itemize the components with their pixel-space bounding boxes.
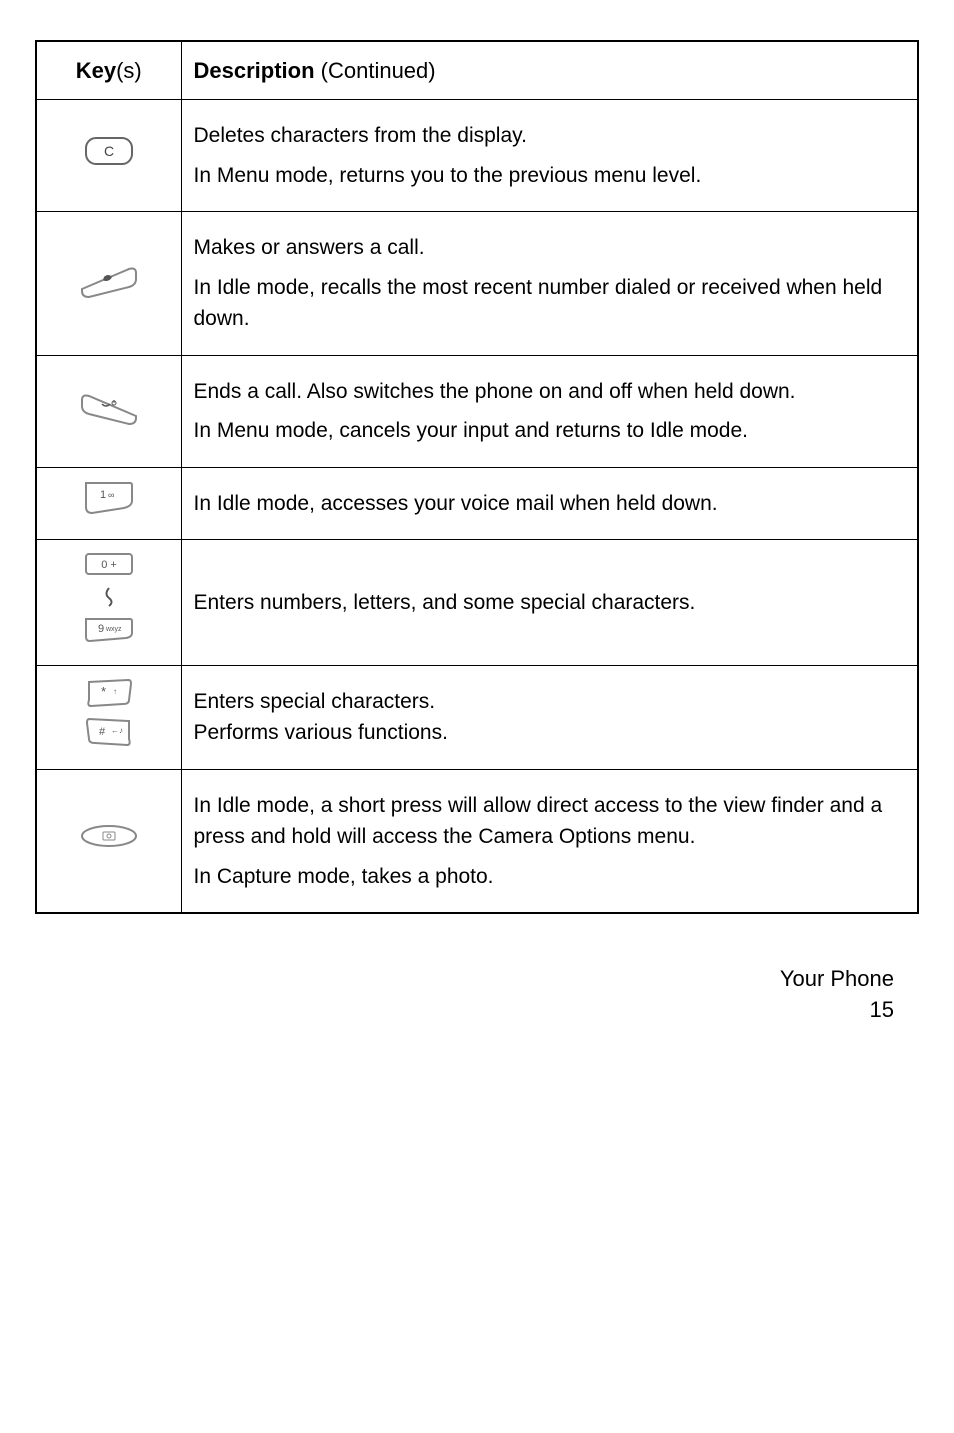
zero-key-icon: 0 + bbox=[84, 552, 134, 576]
header-key-cell: Key(s) bbox=[36, 41, 181, 100]
svg-text:#: # bbox=[99, 726, 106, 738]
footer-page-number: 15 bbox=[35, 995, 894, 1026]
svg-text:1: 1 bbox=[100, 489, 106, 501]
svg-text:∞: ∞ bbox=[108, 490, 114, 500]
table-row: 1 ∞ In Idle mode, accesses your voice ma… bbox=[36, 467, 918, 540]
table-row: C Deletes characters from the display. I… bbox=[36, 100, 918, 212]
table-header-row: Key(s) Description (Continued) bbox=[36, 41, 918, 100]
hash-key-icon: # ←♪ bbox=[85, 717, 133, 747]
desc-text: In Idle mode, a short press will allow d… bbox=[194, 790, 906, 853]
key-cell-special: * ↑ # ←♪ bbox=[36, 665, 181, 769]
desc-text: In Capture mode, takes a photo. bbox=[194, 861, 906, 893]
call-key-icon bbox=[74, 259, 144, 299]
wavy-line-icon bbox=[99, 586, 119, 608]
c-key-icon: C bbox=[84, 136, 134, 166]
desc-text: Enters special characters. bbox=[194, 686, 906, 718]
svg-text:←♪: ←♪ bbox=[111, 726, 123, 735]
key-cell-numbers: 0 + 9 wxyz bbox=[36, 540, 181, 666]
key-cell-camera bbox=[36, 769, 181, 913]
nine-key-icon: 9 wxyz bbox=[84, 617, 134, 643]
desc-text: Performs various functions. bbox=[194, 717, 906, 749]
desc-text: In Menu mode, cancels your input and ret… bbox=[194, 415, 906, 447]
header-desc-suffix: (Continued) bbox=[315, 58, 436, 83]
camera-key-icon bbox=[79, 823, 139, 849]
svg-text:9: 9 bbox=[98, 623, 104, 635]
footer: Your Phone 15 bbox=[35, 964, 919, 1026]
table-row: 0 + 9 wxyz Enters numbers, letters, and … bbox=[36, 540, 918, 666]
star-key-icon: * ↑ bbox=[85, 678, 133, 708]
desc-text: In Menu mode, returns you to the previou… bbox=[194, 160, 906, 192]
desc-cell: Enters special characters. Performs vari… bbox=[181, 665, 918, 769]
one-key-icon: 1 ∞ bbox=[84, 481, 134, 516]
desc-text: Makes or answers a call. bbox=[194, 232, 906, 264]
desc-cell: Deletes characters from the display. In … bbox=[181, 100, 918, 212]
svg-text:*: * bbox=[101, 684, 106, 699]
desc-text: In Idle mode, accesses your voice mail w… bbox=[194, 488, 906, 520]
table-row: * ↑ # ←♪ Enters special characters. Perf… bbox=[36, 665, 918, 769]
key-cell-c: C bbox=[36, 100, 181, 212]
svg-text:C: C bbox=[104, 143, 114, 159]
key-cell-call bbox=[36, 212, 181, 356]
desc-text: Ends a call. Also switches the phone on … bbox=[194, 376, 906, 408]
key-cell-end bbox=[36, 355, 181, 467]
key-cell-one: 1 ∞ bbox=[36, 467, 181, 540]
desc-cell: Ends a call. Also switches the phone on … bbox=[181, 355, 918, 467]
desc-cell: Enters numbers, letters, and some specia… bbox=[181, 540, 918, 666]
table-row: Makes or answers a call. In Idle mode, r… bbox=[36, 212, 918, 356]
table-row: In Idle mode, a short press will allow d… bbox=[36, 769, 918, 913]
table-row: Ends a call. Also switches the phone on … bbox=[36, 355, 918, 467]
header-key-suffix: (s) bbox=[116, 58, 142, 83]
desc-text: Enters numbers, letters, and some specia… bbox=[194, 587, 906, 619]
header-key-bold: Key bbox=[76, 58, 116, 83]
desc-text: Deletes characters from the display. bbox=[194, 120, 906, 152]
desc-cell: In Idle mode, a short press will allow d… bbox=[181, 769, 918, 913]
key-description-table: Key(s) Description (Continued) C Deletes… bbox=[35, 40, 919, 914]
svg-text:wxyz: wxyz bbox=[105, 626, 122, 633]
footer-section: Your Phone bbox=[35, 964, 894, 995]
desc-cell: Makes or answers a call. In Idle mode, r… bbox=[181, 212, 918, 356]
header-desc-cell: Description (Continued) bbox=[181, 41, 918, 100]
svg-text:0 +: 0 + bbox=[101, 559, 117, 571]
end-key-icon bbox=[74, 386, 144, 426]
svg-text:↑: ↑ bbox=[113, 687, 117, 696]
desc-cell: In Idle mode, accesses your voice mail w… bbox=[181, 467, 918, 540]
desc-text: In Idle mode, recalls the most recent nu… bbox=[194, 272, 906, 335]
header-desc-bold: Description bbox=[194, 58, 315, 83]
